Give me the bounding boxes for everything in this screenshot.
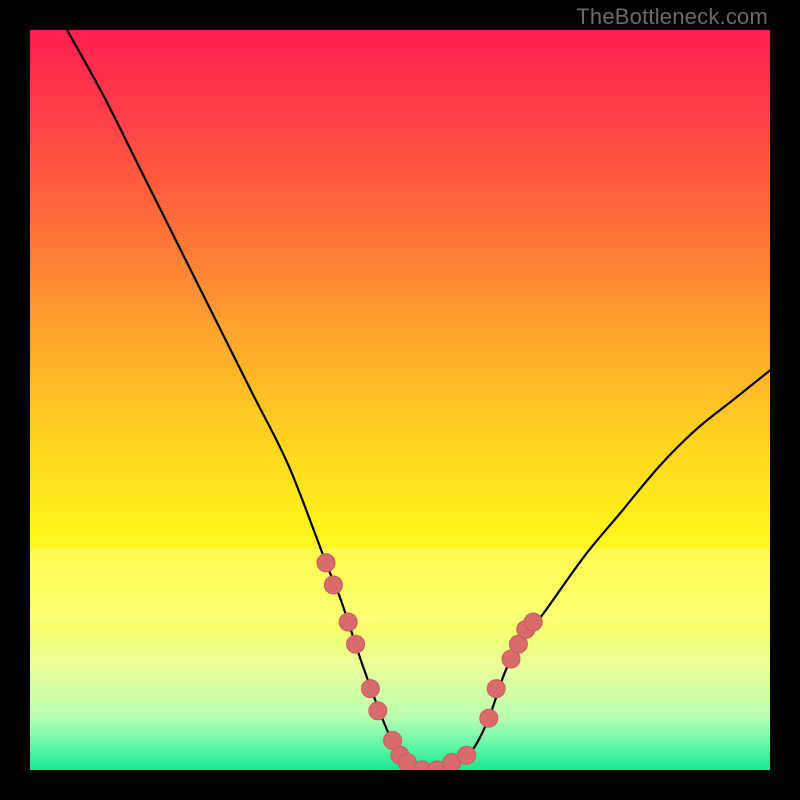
curve-marker [480,709,498,727]
curve-marker [324,576,342,594]
curve-marker [361,680,379,698]
plot-area [30,30,770,770]
chart-frame: TheBottleneck.com [0,0,800,800]
bottleneck-curve [67,30,770,770]
curve-markers [317,554,542,770]
curve-marker [487,680,505,698]
curve-marker [458,746,476,764]
curve-marker [317,554,335,572]
curve-marker [369,702,387,720]
watermark-text: TheBottleneck.com [576,4,768,30]
curve-marker [339,613,357,631]
curve-marker [524,613,542,631]
curve-marker [347,635,365,653]
curve-layer [30,30,770,770]
